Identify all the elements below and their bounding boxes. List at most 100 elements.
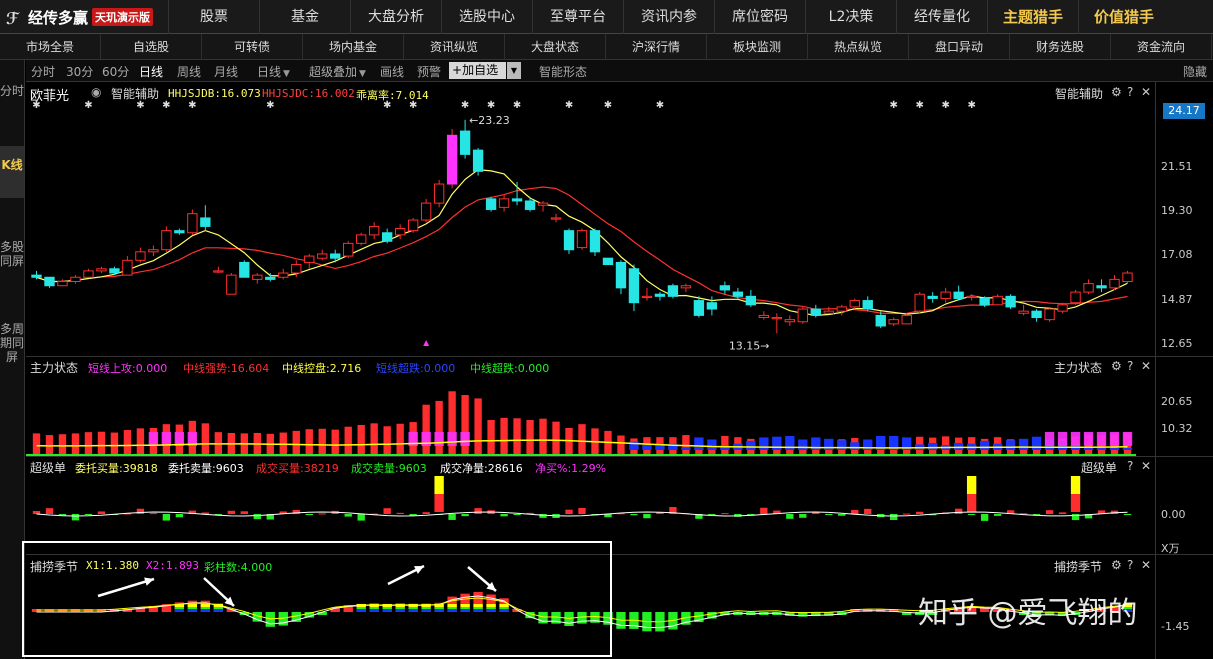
topnav-item[interactable]: 选股中心 bbox=[441, 0, 532, 34]
chevron-down-icon: ▼ bbox=[283, 69, 290, 79]
overlay-dropdown[interactable]: 超级叠加 ▼ bbox=[309, 63, 366, 80]
add-watchlist-dropdown[interactable]: ▼ bbox=[507, 62, 521, 79]
tf-monthly[interactable]: 月线 bbox=[214, 63, 238, 80]
tf-60min[interactable]: 60分 bbox=[102, 63, 129, 80]
signal-marker: ✱ bbox=[941, 100, 949, 111]
subnav-item[interactable]: 盘口异动 bbox=[909, 34, 1010, 60]
topnav-item[interactable]: 主题猎手 bbox=[987, 0, 1078, 34]
short-attack-bar bbox=[460, 432, 470, 446]
subnav-item[interactable]: 沪深行情 bbox=[606, 34, 707, 60]
chevron-down-icon: ▼ bbox=[510, 66, 518, 75]
tab-kline[interactable]: K线 bbox=[0, 146, 24, 198]
strength-bar bbox=[500, 417, 508, 454]
topnav-item[interactable]: 股票 bbox=[168, 0, 259, 34]
strength-bar bbox=[617, 435, 625, 454]
candle-body bbox=[278, 272, 289, 278]
candle-body bbox=[1070, 291, 1081, 304]
candle-body bbox=[641, 295, 653, 299]
help-icon[interactable]: ? bbox=[1127, 85, 1133, 99]
tf-weekly[interactable]: 周线 bbox=[177, 63, 201, 80]
candle-body bbox=[109, 268, 120, 274]
topnav-item[interactable]: 至尊平台 bbox=[532, 0, 623, 34]
strength-bar bbox=[331, 429, 339, 454]
tf-30min[interactable]: 30分 bbox=[66, 63, 93, 80]
candle-body bbox=[810, 308, 821, 316]
topnav-item[interactable]: L2决策 bbox=[805, 0, 896, 34]
order-bar bbox=[760, 507, 768, 514]
strength-bar bbox=[214, 432, 223, 454]
topnav-item[interactable]: 资讯内参 bbox=[623, 0, 714, 34]
logo-mark-icon: ℱ bbox=[6, 9, 19, 28]
topnav-item[interactable]: 经传量化 bbox=[896, 0, 987, 34]
candle-body bbox=[836, 306, 847, 312]
candle-body bbox=[784, 319, 795, 323]
subnav-item[interactable]: 资金流向 bbox=[1111, 34, 1212, 60]
candle-body bbox=[654, 293, 666, 297]
order-bar bbox=[721, 513, 729, 515]
candle-body bbox=[511, 198, 523, 202]
help-icon[interactable]: ? bbox=[1127, 359, 1133, 373]
tab-multi-period[interactable]: 多周期同屏 bbox=[0, 322, 24, 382]
close-icon[interactable]: ✕ bbox=[1141, 359, 1151, 373]
candle-body bbox=[706, 302, 718, 310]
oversold-bar bbox=[1083, 447, 1094, 450]
topnav-item[interactable]: 基金 bbox=[259, 0, 350, 34]
strength-bar bbox=[513, 418, 521, 454]
strength-bar bbox=[370, 423, 378, 454]
subnav-item[interactable]: 可转债 bbox=[202, 34, 303, 60]
subnav-item[interactable]: 自选股 bbox=[101, 34, 202, 60]
draw-line-button[interactable]: 画线 bbox=[380, 63, 404, 80]
subnav-item[interactable]: 资讯纵览 bbox=[404, 34, 505, 60]
topnav-item[interactable]: 大盘分析 bbox=[350, 0, 441, 34]
candle-body bbox=[148, 249, 159, 253]
tab-intraday[interactable]: 分时 bbox=[0, 84, 24, 116]
subnav-item[interactable]: 市场全景 bbox=[0, 34, 101, 60]
topnav-item[interactable]: 价值猎手 bbox=[1078, 0, 1169, 34]
subnav-item[interactable]: 板块监测 bbox=[707, 34, 808, 60]
signal-marker: ✱ bbox=[604, 100, 612, 111]
gear-icon[interactable]: ⚙ bbox=[1111, 359, 1122, 373]
close-icon[interactable]: ✕ bbox=[1141, 85, 1151, 99]
candle-body bbox=[888, 319, 899, 325]
candle-body bbox=[732, 291, 744, 297]
candle-body bbox=[446, 134, 458, 185]
oversold-bar bbox=[837, 440, 847, 450]
gear-icon[interactable]: ⚙ bbox=[1111, 85, 1122, 99]
candle-body bbox=[83, 270, 94, 278]
large-order-bar bbox=[966, 494, 977, 512]
assist-dropdown-icon[interactable]: ◉ bbox=[91, 85, 101, 99]
smart-pattern-button[interactable]: 智能形态 bbox=[539, 63, 587, 80]
close-icon[interactable]: ✕ bbox=[1141, 558, 1151, 572]
signal-marker: ✱ bbox=[188, 100, 196, 111]
alert-button[interactable]: 预警 bbox=[417, 63, 441, 80]
order-bar bbox=[1058, 512, 1067, 514]
gear-icon[interactable]: ⚙ bbox=[1111, 558, 1122, 572]
order-bar bbox=[1045, 510, 1054, 514]
hide-button[interactable]: 隐藏 bbox=[1183, 63, 1207, 80]
topnav-item[interactable]: 席位密码 bbox=[714, 0, 805, 34]
ind-net-buy-pct: 净买%:1.29% bbox=[535, 462, 607, 475]
order-bar bbox=[903, 513, 911, 515]
subnav-item[interactable]: 大盘状态 bbox=[505, 34, 606, 60]
strength-bar bbox=[110, 432, 119, 454]
period-dropdown[interactable]: 日线 ▼ bbox=[257, 63, 290, 80]
subnav-item[interactable]: 热点纵览 bbox=[808, 34, 909, 60]
tab-multi-stock[interactable]: 多股同屏 bbox=[0, 240, 24, 286]
help-icon[interactable]: ? bbox=[1127, 558, 1133, 572]
tf-intraday[interactable]: 分时 bbox=[31, 63, 55, 80]
subnav-item[interactable]: 场内基金 bbox=[303, 34, 404, 60]
tf-daily[interactable]: 日线 bbox=[139, 63, 163, 80]
add-watchlist-button[interactable]: +加自选 bbox=[449, 62, 506, 79]
order-bar bbox=[500, 514, 508, 517]
panel-divider bbox=[26, 356, 1213, 357]
subnav-item[interactable]: 财务选股 bbox=[1010, 34, 1111, 60]
order-bar bbox=[916, 511, 924, 514]
candle-body bbox=[407, 219, 419, 232]
short-attack-bar bbox=[1096, 432, 1107, 446]
help-icon[interactable]: ? bbox=[1127, 459, 1133, 473]
close-icon[interactable]: ✕ bbox=[1141, 459, 1151, 473]
y-tick: 20.65 bbox=[1161, 395, 1193, 408]
panel2-title: 主力状态 bbox=[30, 361, 79, 375]
candle-body bbox=[44, 276, 55, 287]
order-bar bbox=[357, 514, 365, 521]
